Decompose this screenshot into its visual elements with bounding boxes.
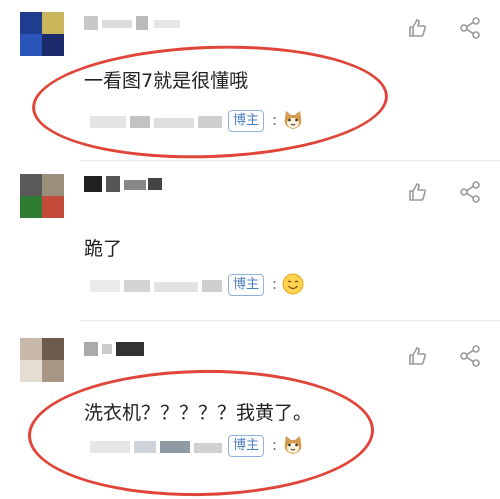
comment-text: 跪了: [84, 238, 123, 260]
highlight-oval: [30, 39, 390, 165]
reply-row: 博主 :: [90, 110, 350, 134]
share-icon[interactable]: [458, 180, 482, 204]
reply-row: 博主 :: [90, 435, 350, 459]
cat-face-emoji-icon: [284, 111, 302, 129]
divider: [80, 320, 500, 321]
reply-author-blurred[interactable]: [90, 441, 230, 455]
thumbs-up-icon[interactable]: [405, 344, 429, 368]
colon: :: [272, 436, 278, 454]
divider: [80, 160, 500, 161]
avatar[interactable]: [20, 12, 64, 56]
share-icon[interactable]: [458, 16, 482, 40]
blogger-tag: 博主: [228, 110, 265, 132]
highlight-oval: [26, 366, 376, 499]
blogger-tag: 博主: [228, 435, 265, 457]
reply-author-blurred[interactable]: [90, 280, 230, 294]
share-icon[interactable]: [458, 344, 482, 368]
comment-item: 跪了 博主 :: [0, 162, 500, 322]
cat-face-emoji-icon: [284, 436, 302, 454]
comment-item: 一看图7就是很懂哦 博主 :: [0, 0, 500, 165]
colon: :: [272, 275, 278, 293]
avatar[interactable]: [20, 338, 64, 382]
reply-row: 博主 :: [90, 273, 350, 298]
reply-author-blurred[interactable]: [90, 116, 230, 130]
colon: :: [272, 111, 278, 129]
thumbs-up-icon[interactable]: [405, 16, 429, 40]
username-blurred[interactable]: [84, 176, 164, 192]
username-blurred[interactable]: [84, 342, 154, 356]
comment-text: 洗衣机？？？？？我黄了。: [84, 402, 313, 424]
thumbs-up-icon[interactable]: [405, 180, 429, 204]
comment-item: 洗衣机？？？？？我黄了。 博主 :: [0, 322, 500, 499]
smile-emoji-icon: [282, 273, 304, 295]
username-blurred[interactable]: [84, 16, 184, 30]
avatar[interactable]: [20, 174, 64, 218]
blogger-tag: 博主: [228, 274, 265, 296]
comment-text: 一看图7就是很懂哦: [84, 70, 249, 92]
